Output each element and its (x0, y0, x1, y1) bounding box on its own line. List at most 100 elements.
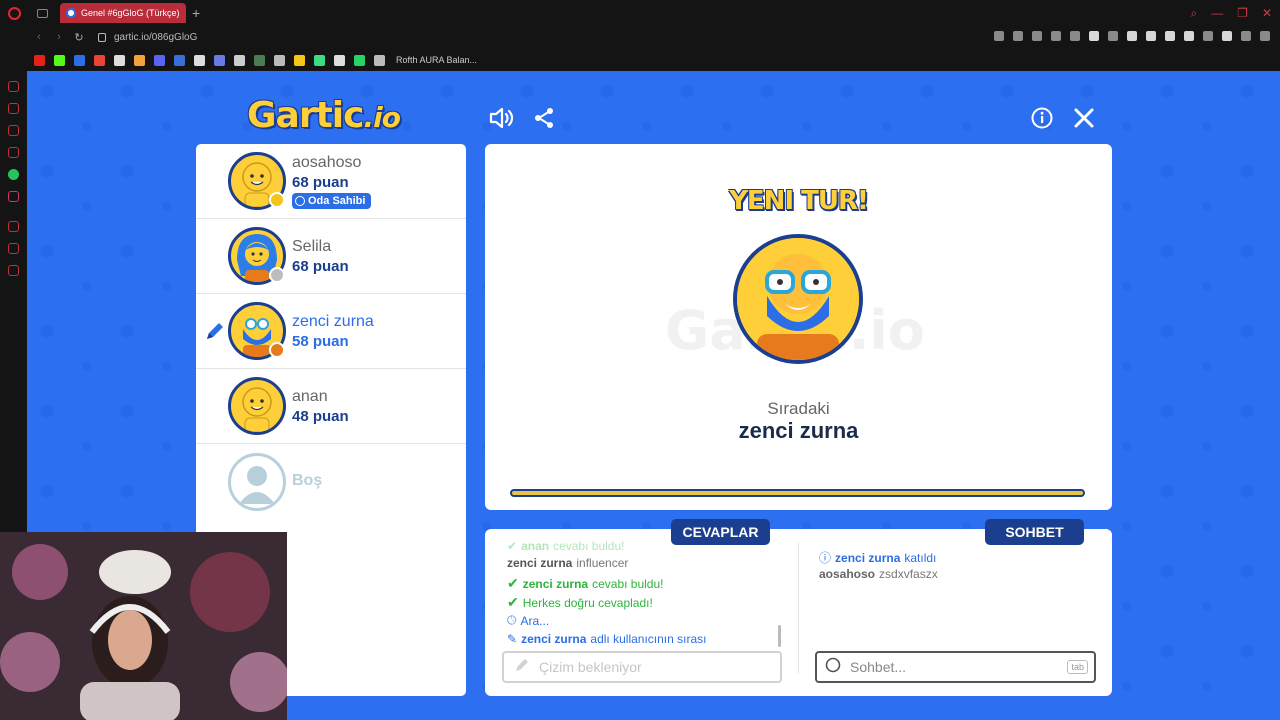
shield-icon[interactable] (1032, 31, 1042, 41)
bookmark-icon[interactable] (374, 54, 385, 66)
bookmark-icon[interactable] (114, 54, 125, 66)
restore-icon[interactable]: ❐ (1237, 6, 1248, 20)
player-name: Selila (292, 238, 332, 255)
info-icon[interactable] (1028, 104, 1056, 132)
extensions-icon[interactable] (8, 243, 19, 254)
extension-badge-icon[interactable] (1089, 31, 1099, 41)
bookmark-icon[interactable] (254, 54, 265, 66)
lock-icon[interactable] (98, 33, 106, 42)
logo-io: .io (363, 101, 400, 134)
answers-chat-card: ✔ anan cevabı buldu! zenci zurna influencer… (485, 529, 1112, 696)
android-icon[interactable] (314, 54, 325, 66)
chat-input[interactable]: Sohbet... tab (815, 651, 1096, 683)
player-row[interactable]: aosahoso 68 puan Oda Sahibi (196, 144, 466, 219)
document-icon[interactable] (194, 54, 205, 66)
url-field[interactable]: gartic.io/086gGloG (114, 32, 197, 43)
back-icon[interactable]: ‹ (30, 31, 48, 44)
extension-icon[interactable] (1165, 31, 1175, 41)
close-window-icon[interactable]: ✕ (1262, 6, 1272, 20)
pinboard-icon[interactable] (8, 125, 19, 136)
pin-icon[interactable] (994, 31, 1004, 41)
player-score: 68 puan (292, 174, 349, 191)
gif-icon[interactable] (174, 54, 185, 66)
status-dot (269, 342, 285, 358)
history-icon[interactable] (8, 221, 19, 232)
bookmark-icon[interactable] (354, 54, 365, 66)
speed-dial-icon[interactable] (8, 81, 19, 92)
browser-tab[interactable]: Genel #6gGloG (Türkçe) (60, 3, 186, 23)
bookmark-icon[interactable] (214, 54, 225, 66)
play-icon[interactable] (1051, 31, 1061, 41)
profile-avatar-icon[interactable] (1222, 31, 1232, 41)
check-icon: ✔ (507, 539, 518, 553)
player-name: anan (292, 388, 328, 405)
kick-icon[interactable] (54, 54, 65, 66)
gmail-icon[interactable] (94, 54, 105, 66)
chat-bubble-icon (825, 657, 841, 678)
player-row-current-drawer[interactable]: zenci zurna 58 puan (196, 294, 466, 369)
document-icon[interactable] (334, 54, 345, 66)
player-row[interactable]: Selila 68 puan (196, 219, 466, 294)
clock-icon: 🕓︎ (507, 613, 517, 627)
download-icon[interactable] (1241, 31, 1251, 41)
round-heading: YENI TUR! (729, 186, 869, 216)
bookmark-icon[interactable] (274, 54, 285, 66)
pencil-icon: ✎ (507, 632, 518, 646)
avatar (228, 377, 286, 435)
reload-icon[interactable]: ↻ (70, 31, 88, 44)
player-score: 68 puan (292, 258, 349, 275)
window-controls: ⌕ — ❐ ✕ (1190, 0, 1272, 26)
bookmark-icon[interactable] (74, 54, 85, 66)
menu-icon[interactable] (1260, 31, 1270, 41)
youtube-icon[interactable] (34, 54, 45, 66)
answer-line: zenci zurna influencer (507, 556, 629, 570)
share-icon[interactable] (530, 104, 558, 132)
tab-key-hint: tab (1067, 660, 1088, 674)
minimize-icon[interactable]: — (1211, 6, 1223, 20)
panel-divider (798, 543, 799, 673)
heart-icon[interactable] (1070, 31, 1080, 41)
bookmark-label[interactable]: Rofth AURA Balan... (396, 55, 477, 65)
extension-icon[interactable] (1127, 31, 1137, 41)
bookmark-icon[interactable] (154, 54, 165, 66)
instagram-icon[interactable] (8, 191, 19, 202)
info-icon: ⓘ (819, 551, 832, 565)
extension-icon[interactable] (1108, 31, 1118, 41)
new-tab-button[interactable]: + (192, 5, 200, 21)
answer-input[interactable]: Çizim bekleniyor (502, 651, 782, 683)
settings-icon[interactable] (8, 265, 19, 276)
browser-tab-bar: Genel #6gGloG (Türkçe) + ⌕ — ❐ ✕ (0, 0, 1280, 26)
whatsapp-icon[interactable] (8, 169, 19, 180)
snapshot-icon[interactable] (1013, 31, 1023, 41)
address-bar: ‹ › ↻ gartic.io/086gGloG (0, 26, 1280, 49)
answer-line: ✔ Herkes doğru cevapladı! (507, 594, 653, 610)
empty-slot[interactable]: Boş (196, 444, 466, 519)
player-name: aosahoso (292, 154, 362, 171)
tab-chat[interactable]: SOHBET (985, 519, 1084, 545)
extension-icon[interactable] (1184, 31, 1194, 41)
next-label: Sıradaki (767, 399, 830, 418)
folder-icon[interactable] (294, 54, 305, 66)
messenger-icon[interactable] (8, 147, 19, 158)
aria-icon[interactable] (8, 103, 19, 114)
close-icon[interactable] (1070, 104, 1098, 132)
forward-icon[interactable]: › (50, 31, 68, 44)
crown-icon (295, 196, 305, 206)
bookmark-icon[interactable] (234, 54, 245, 66)
browser-tab-title: Genel #6gGloG (Türkçe) (81, 8, 180, 18)
opera-menu-icon[interactable] (0, 0, 28, 26)
extension-icon[interactable] (1146, 31, 1156, 41)
check-icon: ✔ (507, 575, 519, 591)
tab-overview-icon[interactable] (30, 0, 54, 26)
bookmark-icon[interactable] (134, 54, 145, 66)
puzzle-icon[interactable] (1203, 31, 1213, 41)
tab-answers[interactable]: CEVAPLAR (671, 519, 770, 545)
search-icon[interactable]: ⌕ (1190, 6, 1197, 21)
pencil-icon (514, 657, 530, 678)
gartic-favicon-icon (66, 8, 76, 18)
answer-line: ✔ zenci zurna cevabı buldu! (507, 575, 664, 591)
player-row[interactable]: anan 48 puan (196, 369, 466, 444)
answers-scrollbar[interactable] (778, 625, 781, 647)
sound-icon[interactable] (488, 104, 516, 132)
host-badge: Oda Sahibi (292, 193, 372, 209)
